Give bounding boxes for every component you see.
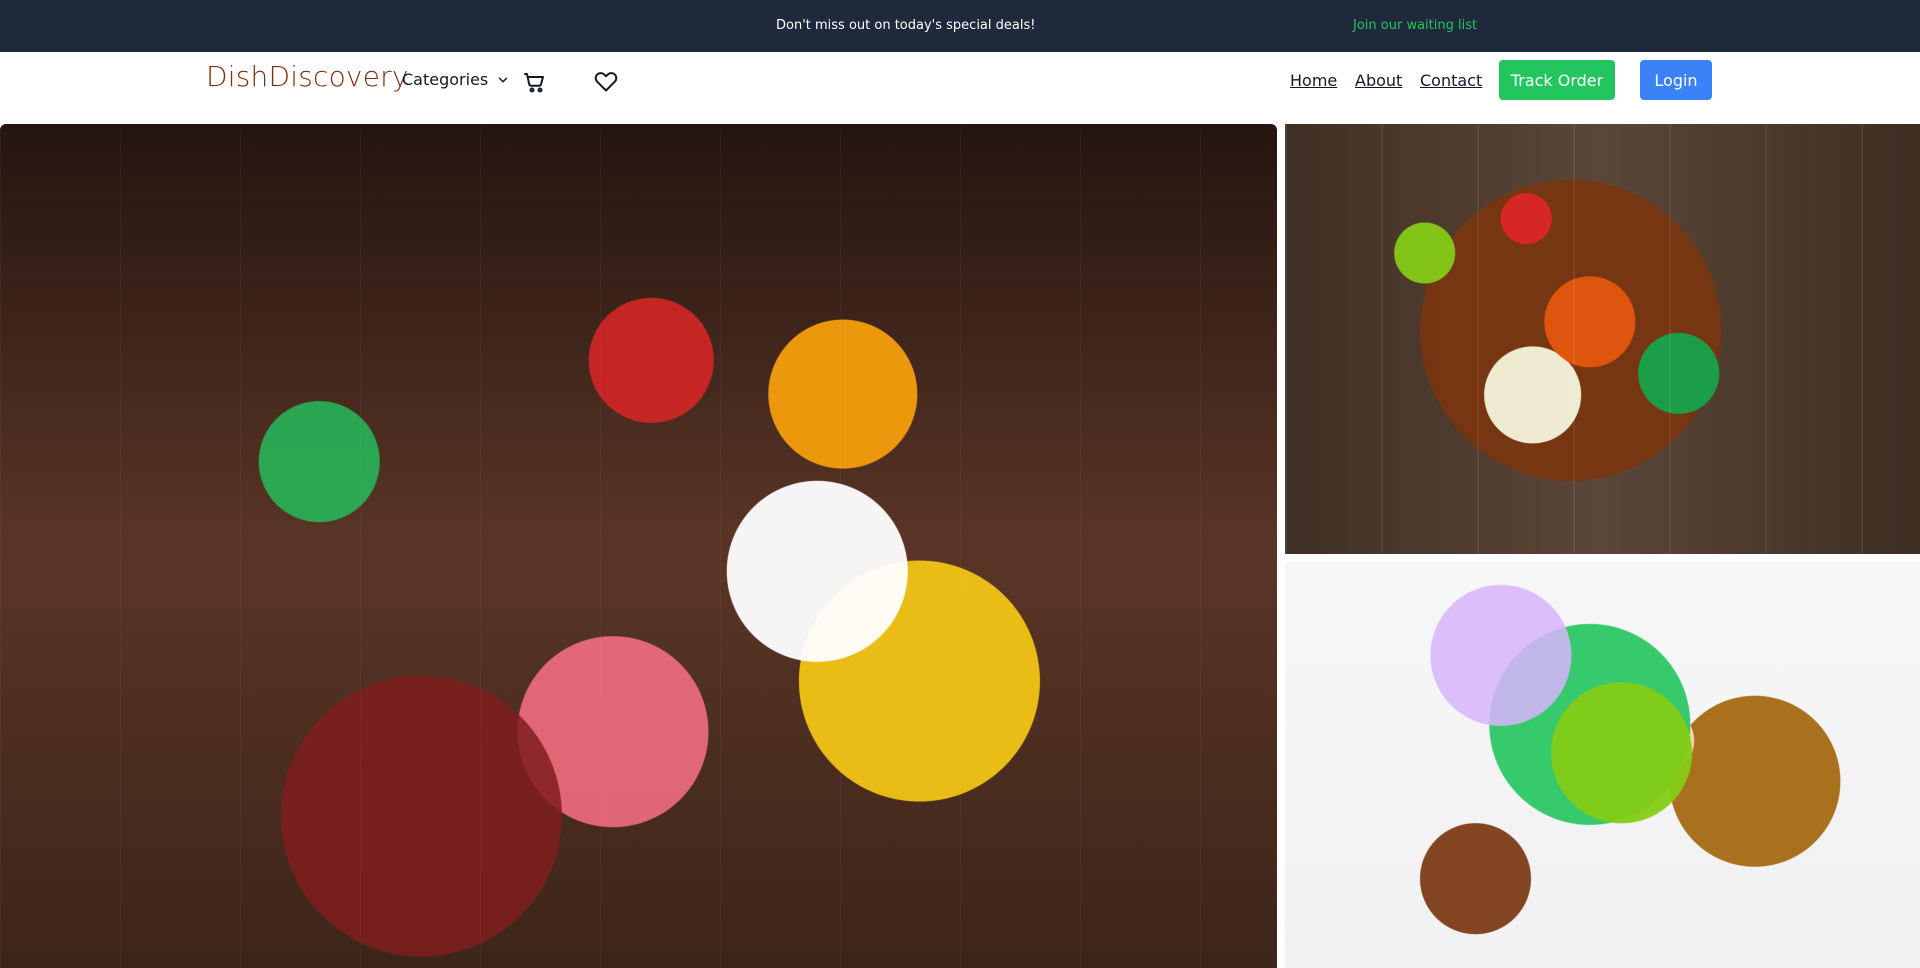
hero-main-image	[0, 124, 1277, 968]
categories-dropdown[interactable]: Categories	[402, 70, 510, 89]
heart-icon[interactable]	[592, 68, 620, 96]
waitlist-link[interactable]: Join our waiting list	[1353, 18, 1477, 33]
chevron-down-icon	[496, 73, 510, 87]
announcement-bar: Don't miss out on today's special deals!…	[0, 0, 1920, 52]
hero-side-image-bottom	[1285, 562, 1920, 968]
main-navigation: DishDiscovery Categories Home About Cont…	[0, 52, 1920, 124]
nav-contact-link[interactable]: Contact	[1420, 71, 1482, 90]
categories-label: Categories	[402, 70, 489, 89]
promo-text: Don't miss out on today's special deals!	[776, 18, 1036, 33]
hero-side-image-top	[1285, 124, 1920, 554]
brand-logo[interactable]: DishDiscovery	[206, 60, 409, 93]
track-order-button[interactable]: Track Order	[1499, 60, 1615, 100]
nav-home-link[interactable]: Home	[1290, 71, 1337, 90]
login-button[interactable]: Login	[1640, 60, 1712, 100]
cart-icon[interactable]	[520, 68, 548, 96]
nav-about-link[interactable]: About	[1355, 71, 1402, 90]
